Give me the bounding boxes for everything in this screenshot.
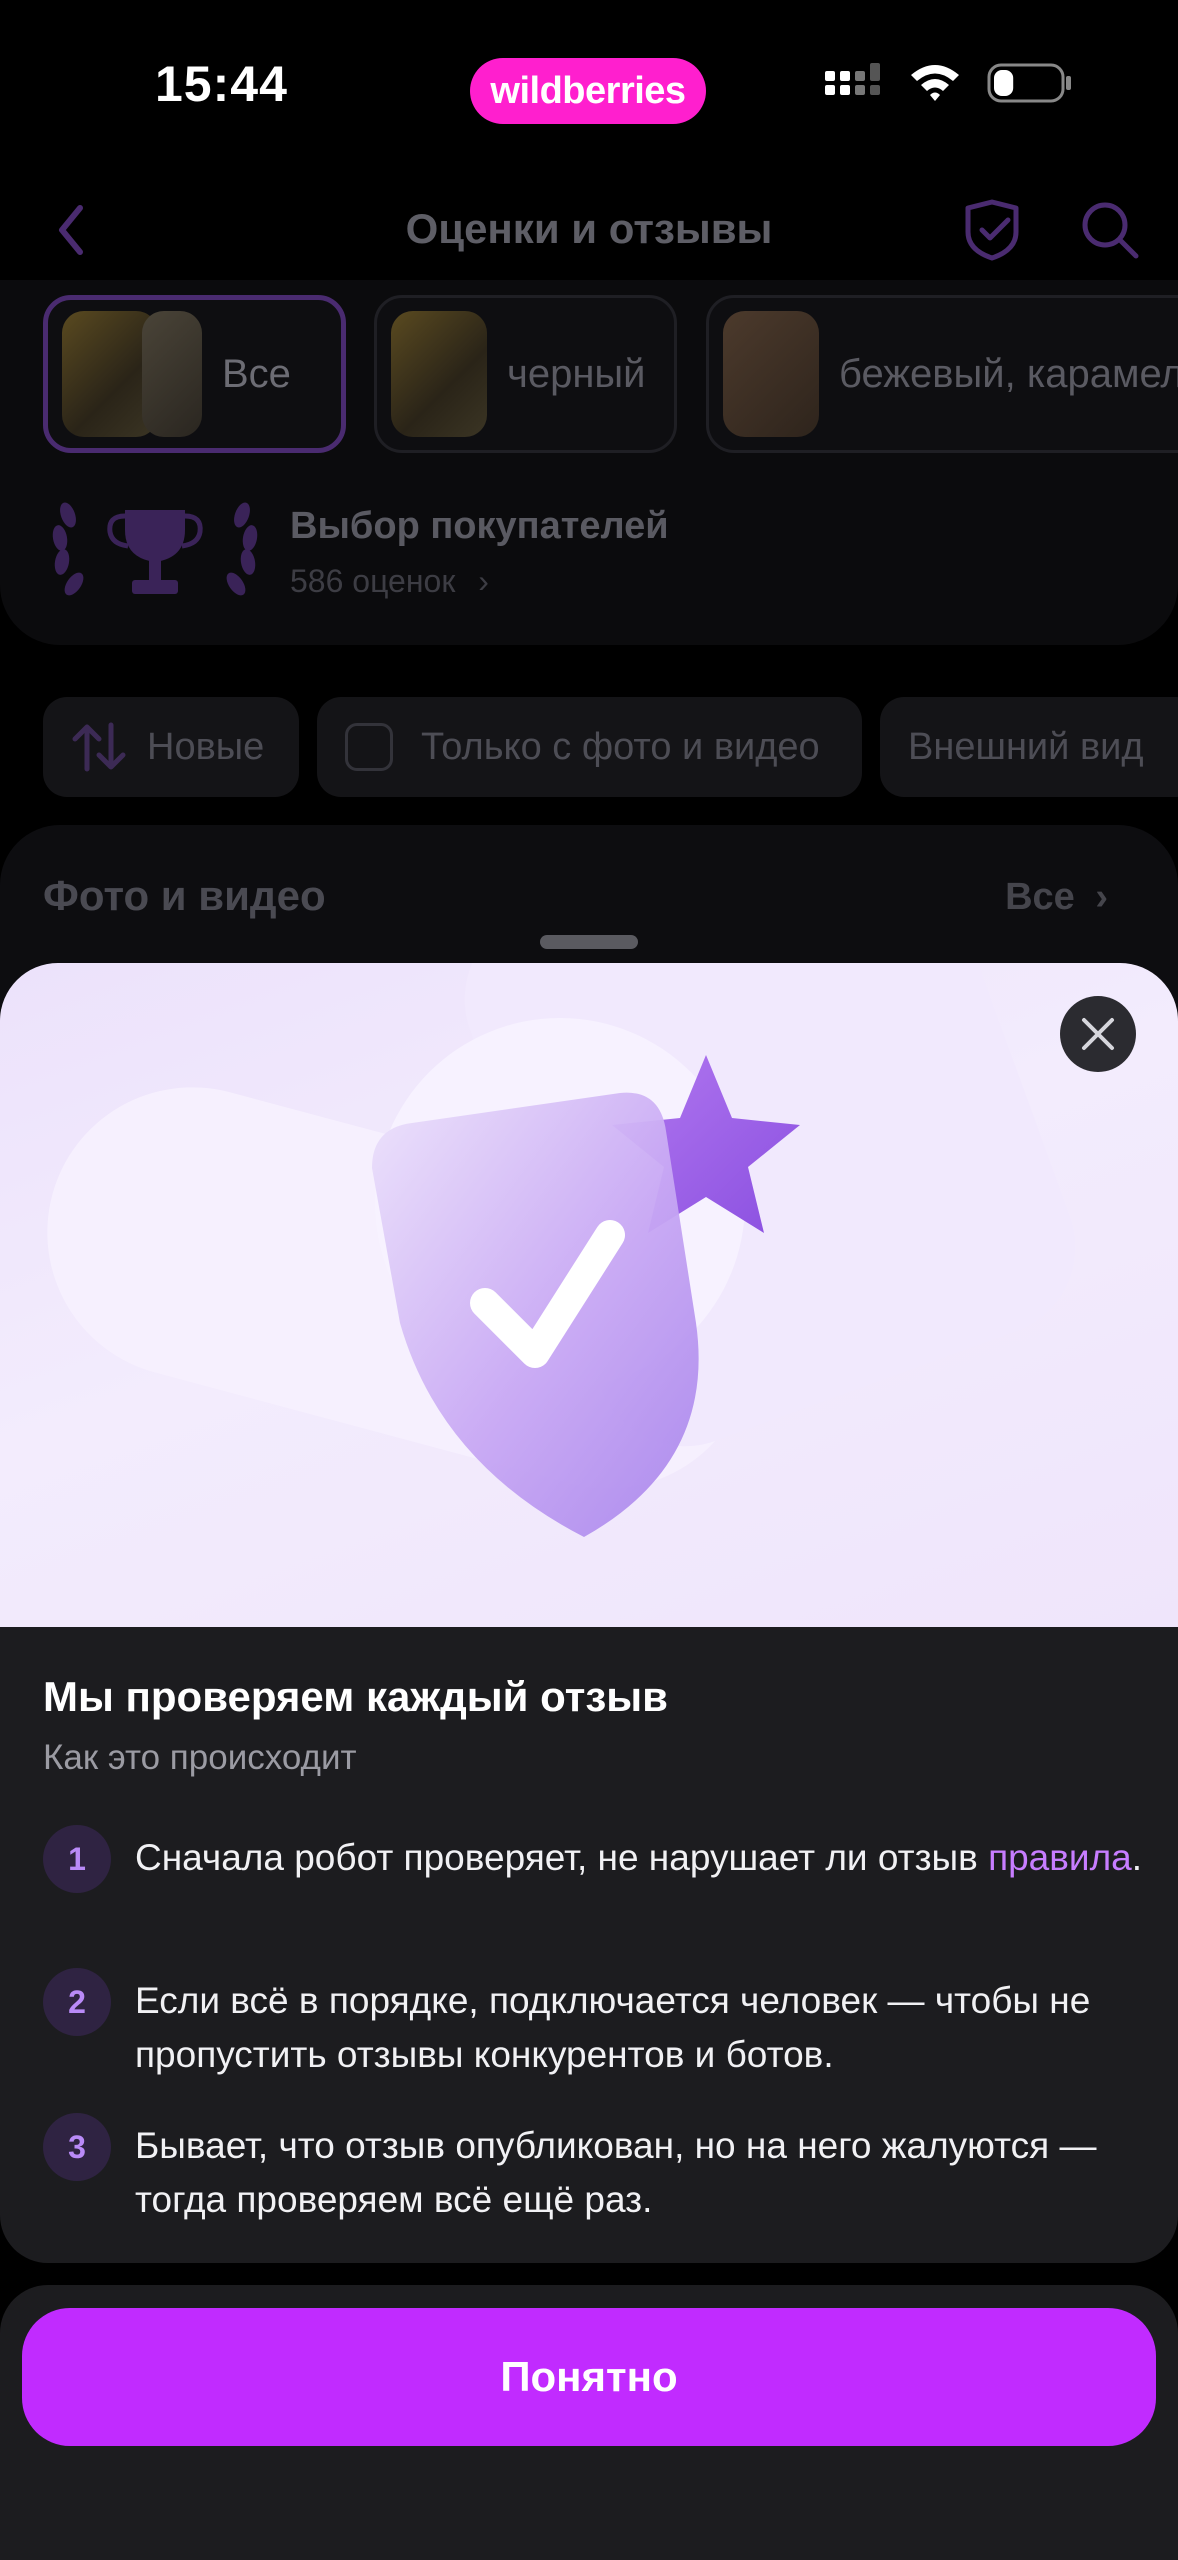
sort-chip-new[interactable]: Новые <box>43 697 299 797</box>
variant-chip-beige[interactable]: бежевый, карамель <box>706 295 1178 453</box>
chip-label: Только с фото и видео <box>421 725 820 768</box>
filter-chip-appearance[interactable]: Внешний вид <box>880 697 1178 797</box>
ratings-count[interactable]: 586 оценок › <box>290 563 489 600</box>
ratings-count-label: 586 оценок <box>290 563 456 599</box>
chevron-right-icon: › <box>478 563 489 599</box>
see-all-link[interactable]: Все › <box>1005 876 1108 919</box>
variant-thumbs <box>62 311 202 437</box>
step-text: Сначала робот проверяет, не нарушает ли … <box>135 1831 1165 1885</box>
step-text: Если всё в порядке, подключается человек… <box>135 1980 1091 2075</box>
chevron-right-icon: › <box>1095 876 1108 918</box>
product-thumb <box>391 311 487 437</box>
review-check-sheet: Мы проверяем каждый отзыв Как это происх… <box>0 963 1178 2263</box>
variant-thumbs <box>723 311 819 437</box>
chip-label: Новые <box>147 725 265 768</box>
variant-label: бежевый, карамель <box>839 351 1178 396</box>
sheet-subtitle: Как это происходит <box>43 1738 357 1777</box>
variant-chip-black[interactable]: черный <box>374 295 677 453</box>
step-number: 3 <box>43 2113 111 2181</box>
search-icon[interactable] <box>1078 198 1142 262</box>
section-title: Фото и видео <box>43 872 326 919</box>
rules-link[interactable]: правила <box>988 1837 1132 1878</box>
step-text: Бывает, что отзыв опубликован, но на нег… <box>135 2125 1097 2220</box>
filter-chip-photo-video[interactable]: Только с фото и видео <box>317 697 862 797</box>
product-thumb <box>142 311 202 437</box>
sort-icon <box>72 722 126 772</box>
chip-label: Внешний вид <box>908 725 1144 768</box>
step-number: 1 <box>43 1825 111 1893</box>
variant-label: Все <box>222 351 291 396</box>
step-number: 2 <box>43 1968 111 2036</box>
customer-choice-title: Выбор покупателей <box>290 505 669 547</box>
variant-thumbs <box>391 311 487 437</box>
step-text-body: Сначала робот проверяет, не нарушает ли … <box>135 1837 989 1878</box>
close-icon <box>1082 1018 1114 1050</box>
step-text-end: . <box>1131 1837 1143 1878</box>
variant-label: черный <box>507 351 646 396</box>
verified-shield-icon[interactable] <box>960 198 1024 262</box>
product-thumb <box>723 311 819 437</box>
got-it-button[interactable]: Понятно <box>22 2308 1156 2446</box>
see-all-label: Все <box>1005 876 1075 918</box>
close-button[interactable] <box>1060 996 1136 1072</box>
trophy-laurel-icon <box>52 502 258 596</box>
sheet-title: Мы проверяем каждый отзыв <box>43 1673 668 1720</box>
checkbox[interactable] <box>345 723 393 771</box>
variant-chip-all[interactable]: Все <box>43 295 346 453</box>
sheet-drag-handle[interactable] <box>540 935 638 949</box>
hero-illustration <box>0 963 1178 1627</box>
shield-star-illustration <box>47 963 1076 1537</box>
